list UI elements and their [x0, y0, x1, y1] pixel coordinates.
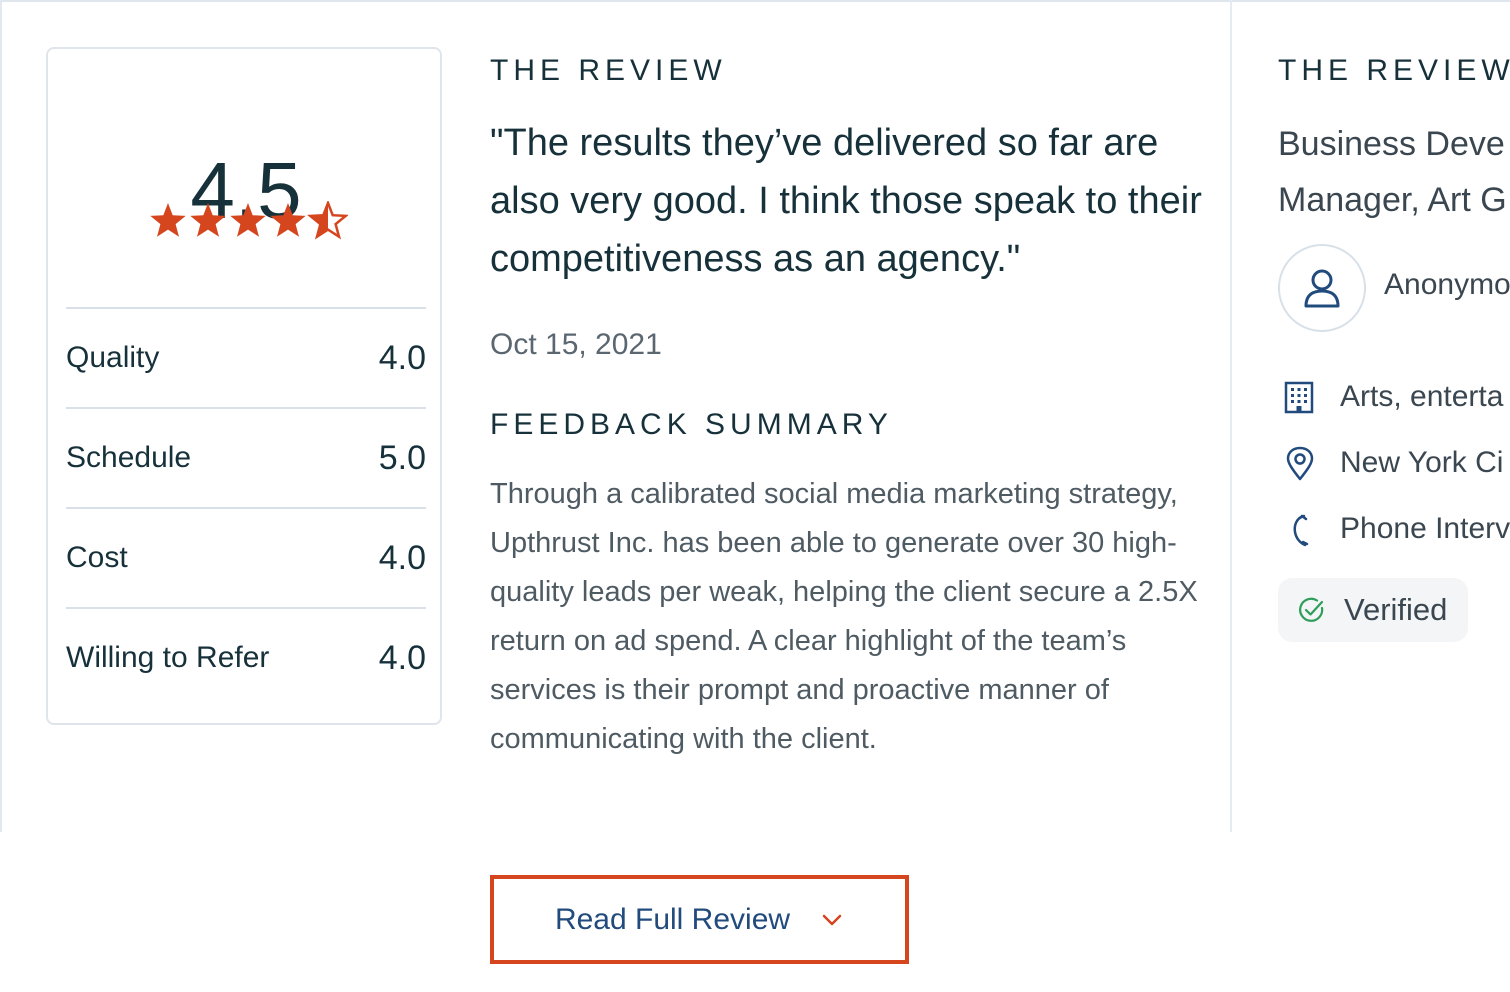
metric-value: 4.0 [378, 539, 426, 577]
reviewer-interview-type: Phone Interv [1282, 512, 1510, 552]
review-heading: THE REVIEW [490, 54, 727, 87]
interview-type-text: Phone Interv [1340, 512, 1510, 545]
top-divider [0, 0, 1510, 2]
check-circle-icon [1299, 597, 1324, 622]
metric-label: Quality [66, 341, 160, 374]
review-date: Oct 15, 2021 [490, 328, 662, 361]
metric-label: Cost [66, 541, 128, 574]
location-pin-icon [1286, 446, 1314, 481]
star-rating [148, 201, 348, 241]
reviewer-name: Anonymo [1384, 268, 1510, 301]
stars-icon [150, 201, 348, 240]
read-full-review-button[interactable]: Read Full Review [490, 875, 909, 964]
chevron-down-icon [822, 914, 842, 925]
verified-label: Verified [1344, 592, 1448, 627]
reviewer-industry: Arts, enterta [1282, 380, 1510, 420]
industry-text: Arts, enterta [1340, 380, 1504, 413]
metric-label: Willing to Refer [66, 641, 270, 674]
phone-icon [1293, 514, 1309, 547]
reviewer-title: Business Deve Manager, Art G [1278, 116, 1510, 228]
review-quote: "The results they’ve delivered so far ar… [490, 122, 1202, 280]
metric-value: 5.0 [378, 439, 426, 477]
reviewer-title-line2: Manager, Art G [1278, 181, 1507, 219]
metric-row-quality: Quality 4.0 [66, 307, 426, 407]
metric-value: 4.0 [378, 639, 426, 677]
reviewer-location: New York Ci [1282, 446, 1510, 486]
feedback-summary-heading: FEEDBACK SUMMARY [490, 408, 893, 441]
rating-card: 4.5 Quality 4.0 Schedule 5.0 Cost 4.0 Wi… [46, 47, 442, 725]
column-divider [1230, 0, 1232, 832]
metric-row-schedule: Schedule 5.0 [66, 407, 426, 507]
reviewer-heading: THE REVIEWE [1278, 54, 1510, 87]
metric-row-cost: Cost 4.0 [66, 507, 426, 607]
left-divider [0, 0, 2, 832]
avatar [1278, 244, 1366, 332]
metric-row-willing-to-refer: Willing to Refer 4.0 [66, 607, 426, 707]
user-icon [1304, 269, 1340, 308]
building-icon [1284, 381, 1314, 414]
metric-label: Schedule [66, 441, 192, 474]
location-text: New York Ci [1340, 446, 1504, 479]
verified-badge: Verified [1278, 578, 1468, 642]
feedback-summary-text: Through a calibrated social media market… [490, 478, 1198, 755]
metric-value: 4.0 [378, 339, 426, 377]
reviewer-title-line1: Business Deve [1278, 125, 1505, 163]
read-full-review-label: Read Full Review [554, 902, 791, 936]
